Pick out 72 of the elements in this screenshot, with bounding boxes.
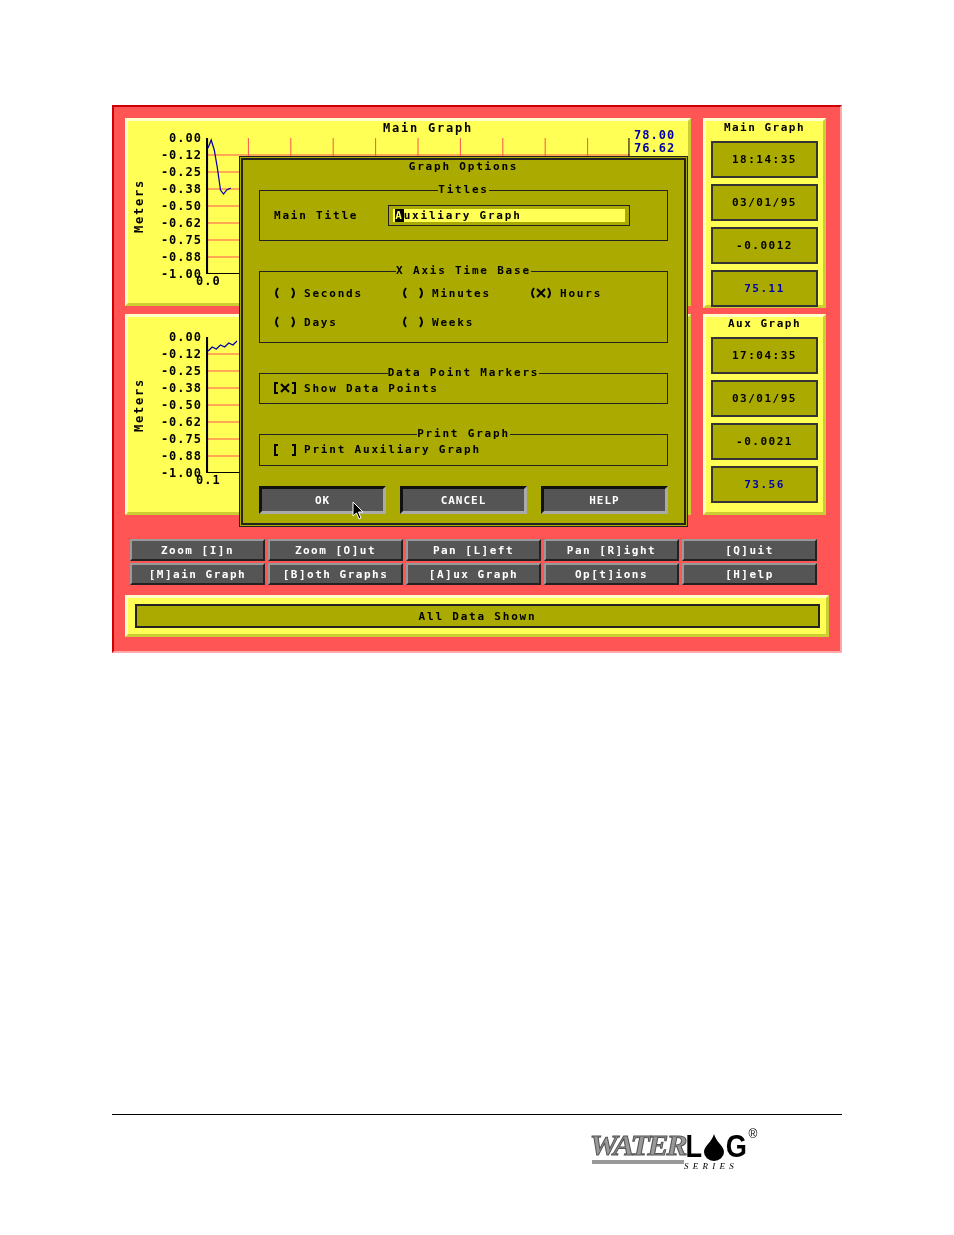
radio-button[interactable] [402, 287, 424, 299]
axis-tick-label: 0.00 [169, 132, 202, 144]
readout-value: 73.56 [744, 478, 785, 491]
axis-tick-label: 0.00 [169, 331, 202, 343]
radio-label[interactable]: Weeks [432, 315, 475, 329]
axis-tick-label: -0.75 [160, 433, 202, 445]
group-title: Titles [438, 184, 489, 196]
axis-tick-label: 78.00 [634, 129, 677, 141]
dialog-button[interactable]: HELP [541, 486, 668, 514]
group-title: X Axis Time Base [396, 265, 531, 277]
group-title: Print Graph [417, 428, 510, 440]
axis-tick-label: -0.62 [160, 416, 202, 428]
axis-tick-label: -0.25 [160, 365, 202, 377]
axis-tick-label: -0.88 [160, 251, 202, 263]
axis-label: Meters [132, 377, 146, 433]
checkbox[interactable] [274, 382, 296, 394]
radio-button[interactable] [274, 287, 296, 299]
logo-subtitle: S E R I E S [684, 1161, 736, 1171]
readout-value: 03/01/95 [732, 392, 797, 405]
panel-title: Main Graph [722, 121, 807, 135]
toolbar-button[interactable]: [B]oth Graphs [268, 563, 403, 585]
axis-tick-label: -0.38 [160, 382, 202, 394]
axis-tick-label: -0.75 [160, 234, 202, 246]
toolbar-button[interactable]: Pan [L]eft [406, 539, 541, 561]
dialog-button[interactable]: CANCEL [400, 486, 527, 514]
droplet-icon [703, 1134, 724, 1161]
toolbar-button[interactable]: [A]ux Graph [406, 563, 541, 585]
radio-label[interactable]: Days [304, 315, 338, 329]
toolbar-button[interactable]: [H]elp [682, 563, 817, 585]
logo-text: G [725, 1131, 747, 1161]
panel-title: Aux Graph [726, 317, 803, 331]
group-title: Data Point Markers [387, 367, 540, 379]
radio-label[interactable]: Hours [560, 286, 603, 300]
field-label: Main Title [274, 208, 359, 222]
axis-tick-label: -0.88 [160, 450, 202, 462]
logo-text: WATER [589, 1131, 686, 1159]
checkbox[interactable] [274, 443, 296, 456]
axis-tick-label: -0.12 [160, 149, 202, 161]
registered-mark: ® [748, 1127, 758, 1141]
graph-title: Main Graph [382, 121, 474, 135]
radio-button[interactable] [274, 316, 296, 328]
readout-value: 03/01/95 [732, 196, 797, 209]
axis-tick-label: -0.25 [160, 166, 202, 178]
radio-button[interactable] [402, 316, 424, 328]
checkbox-label[interactable]: Show Data Points [304, 381, 439, 395]
toolbar-button[interactable]: Zoom [I]n [130, 539, 265, 561]
toolbar-button[interactable]: [Q]uit [682, 539, 817, 561]
axis-tick-label: -0.50 [160, 200, 202, 212]
axis-tick-label: -0.12 [160, 348, 202, 360]
radio-label[interactable]: Minutes [432, 286, 491, 300]
dialog-button[interactable]: OK [259, 486, 386, 514]
readout-value: 17:04:35 [732, 349, 797, 362]
axis-tick-label: -0.62 [160, 217, 202, 229]
checkbox-label[interactable]: Print Auxiliary Graph [304, 443, 481, 456]
toolbar-button[interactable]: Zoom [O]ut [268, 539, 403, 561]
toolbar-button[interactable]: [M]ain Graph [130, 563, 265, 585]
logo-text: L [685, 1131, 703, 1161]
radio-button[interactable] [530, 287, 552, 299]
status-text: All Data Shown [418, 609, 537, 623]
mouse-pointer-icon [352, 501, 364, 520]
axis-tick-label: 76.62 [634, 142, 677, 154]
readout-value: -0.0021 [736, 435, 793, 448]
radio-label[interactable]: Seconds [304, 286, 363, 300]
toolbar-button[interactable]: Pan [R]ight [544, 539, 679, 561]
readout-value: -0.0012 [736, 239, 793, 252]
axis-tick-label: -0.38 [160, 183, 202, 195]
title-input-field[interactable]: Auxiliary Graph [388, 204, 631, 226]
toolbar-button[interactable]: Op[t]ions [544, 563, 679, 585]
axis-tick-label: -0.50 [160, 399, 202, 411]
readout-value: 18:14:35 [732, 153, 797, 166]
readout-value: 75.11 [744, 282, 785, 295]
axis-label: Meters [132, 178, 146, 234]
